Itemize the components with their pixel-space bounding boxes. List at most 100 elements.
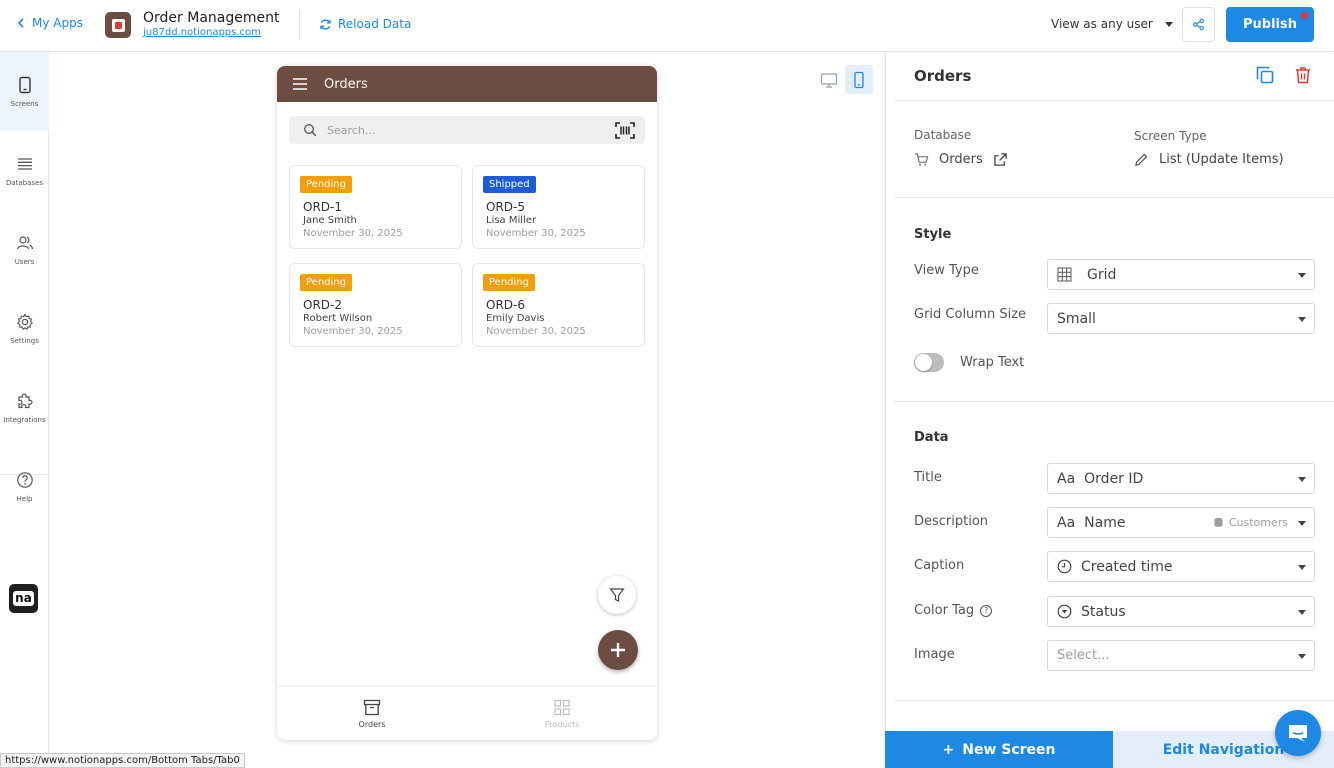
order-card[interactable]: Pending ORD-2 Robert Wilson November 30,… [289,263,462,347]
view-type-label: View Type [914,263,979,278]
relation-source: Customers [1213,516,1288,529]
filter-icon [609,588,625,602]
divider [299,10,300,40]
image-field-select[interactable]: Select... [1047,640,1315,671]
mobile-icon [854,71,864,88]
view-as-dropdown[interactable]: View as any user [1051,17,1173,31]
status-bar-url: https://www.notionapps.com/Bottom Tabs/T… [0,753,245,768]
card-title: ORD-5 [486,200,525,214]
chat-support-button[interactable] [1275,710,1321,756]
caret-down-icon [1298,273,1306,278]
panel-divider [894,197,1334,198]
new-screen-button[interactable]: + New Screen [885,731,1113,768]
chevron-left-icon [17,18,24,28]
help-icon [16,471,33,488]
title-field-select[interactable]: Aa Order ID [1047,463,1315,494]
clock-icon [1057,559,1072,574]
list-icon [17,157,32,170]
archive-icon [363,699,381,715]
rail-label-integrations: Integrations [3,415,46,424]
tab-label-orders: Orders [358,719,386,729]
my-apps-link[interactable]: My Apps [16,16,83,30]
caption-field-select[interactable]: Created time [1047,551,1315,582]
duplicate-icon[interactable] [1255,65,1275,85]
new-screen-label: New Screen [962,741,1056,758]
database-value: Orders [914,152,1008,167]
data-heading: Data [914,430,949,445]
caret-down-icon [1298,477,1306,482]
status-badge: Pending [483,274,535,291]
reload-data-button[interactable]: Reload Data [319,17,411,31]
panel-actions [1255,65,1313,85]
card-description: Lisa Miller [486,215,537,226]
card-caption: November 30, 2025 [303,228,403,239]
plus-icon: + [942,741,955,758]
caret-down-icon [1298,521,1306,526]
rail-item-screens[interactable]: Screens [0,52,49,131]
screen-type-name: List (Update Items) [1159,152,1284,167]
view-as-value: any user [1100,17,1153,31]
rail-item-databases[interactable]: Databases [0,131,49,210]
wrap-text-toggle[interactable] [914,353,944,372]
card-title: ORD-1 [303,200,342,214]
publish-label: Publish [1243,17,1297,32]
card-description: Jane Smith [303,215,357,226]
filter-button[interactable] [598,576,636,614]
screen-type-label: Screen Type [1134,129,1207,143]
status-badge: Pending [300,274,352,291]
share-button[interactable] [1182,7,1215,42]
panel-divider [894,700,1334,701]
users-icon [16,235,33,249]
top-bar: My Apps Order Management ju87dd.notionap… [0,0,1334,52]
desktop-preview-button[interactable] [815,65,843,94]
description-field-select[interactable]: Aa Name Customers [1047,507,1315,538]
title-label: Title [914,470,942,485]
tab-products[interactable]: Products [467,687,657,740]
rail-item-users[interactable]: Users [0,210,49,289]
rail-item-help[interactable]: Help [0,447,49,526]
card-description: Emily Davis [486,313,545,324]
refresh-icon [320,18,331,30]
gear-icon [16,312,33,330]
view-as-prefix: View as [1051,17,1097,31]
rail-label-settings: Settings [10,336,39,345]
add-item-button[interactable] [598,630,638,670]
rail-item-settings[interactable]: Settings [0,289,49,368]
search-bar[interactable]: Search... [289,116,645,144]
order-card[interactable]: Pending ORD-1 Jane Smith November 30, 20… [289,165,462,249]
view-type-select[interactable]: Grid [1047,259,1315,290]
trash-icon[interactable] [1293,65,1313,85]
caret-down-icon [1298,565,1306,570]
tab-orders[interactable]: Orders [277,687,467,740]
logo-text: na [13,591,34,606]
wrap-text-label: Wrap Text [960,355,1025,370]
caption-label: Caption [914,558,965,573]
grid-icon [554,699,570,715]
app-url-link[interactable]: ju87dd.notionapps.com [143,27,261,38]
grid-column-size-select[interactable]: Small [1047,303,1315,334]
text-type-icon: Aa [1057,514,1076,531]
card-title: ORD-6 [486,298,525,312]
order-card[interactable]: Shipped ORD-5 Lisa Miller November 30, 2… [472,165,645,249]
order-card[interactable]: Pending ORD-6 Emily Davis November 30, 2… [472,263,645,347]
grid-table-icon [1057,267,1072,282]
phone-header: Orders [277,66,657,102]
card-caption: November 30, 2025 [486,228,586,239]
external-link-icon[interactable] [993,152,1008,167]
color-tag-select[interactable]: Status [1047,596,1315,627]
phone-screen-title: Orders [324,76,368,92]
phone-preview: Orders Search... Pending ORD-1 Jane Smit… [277,66,657,740]
grid-column-size-label: Grid Column Size [914,307,1027,322]
rail-item-integrations[interactable]: Integrations [0,368,49,447]
tab-label-products: Products [544,719,580,729]
view-type-value: Grid [1087,266,1117,283]
mobile-preview-button[interactable] [845,65,873,94]
publish-button[interactable]: Publish [1226,7,1314,42]
rail-label-users: Users [14,257,35,266]
status-badge: Pending [300,176,352,193]
barcode-scan-icon[interactable] [615,122,635,139]
reload-data-label: Reload Data [338,17,412,31]
hamburger-menu-icon[interactable] [292,77,308,91]
card-title: ORD-2 [303,298,342,312]
help-icon[interactable]: ? [980,604,993,617]
